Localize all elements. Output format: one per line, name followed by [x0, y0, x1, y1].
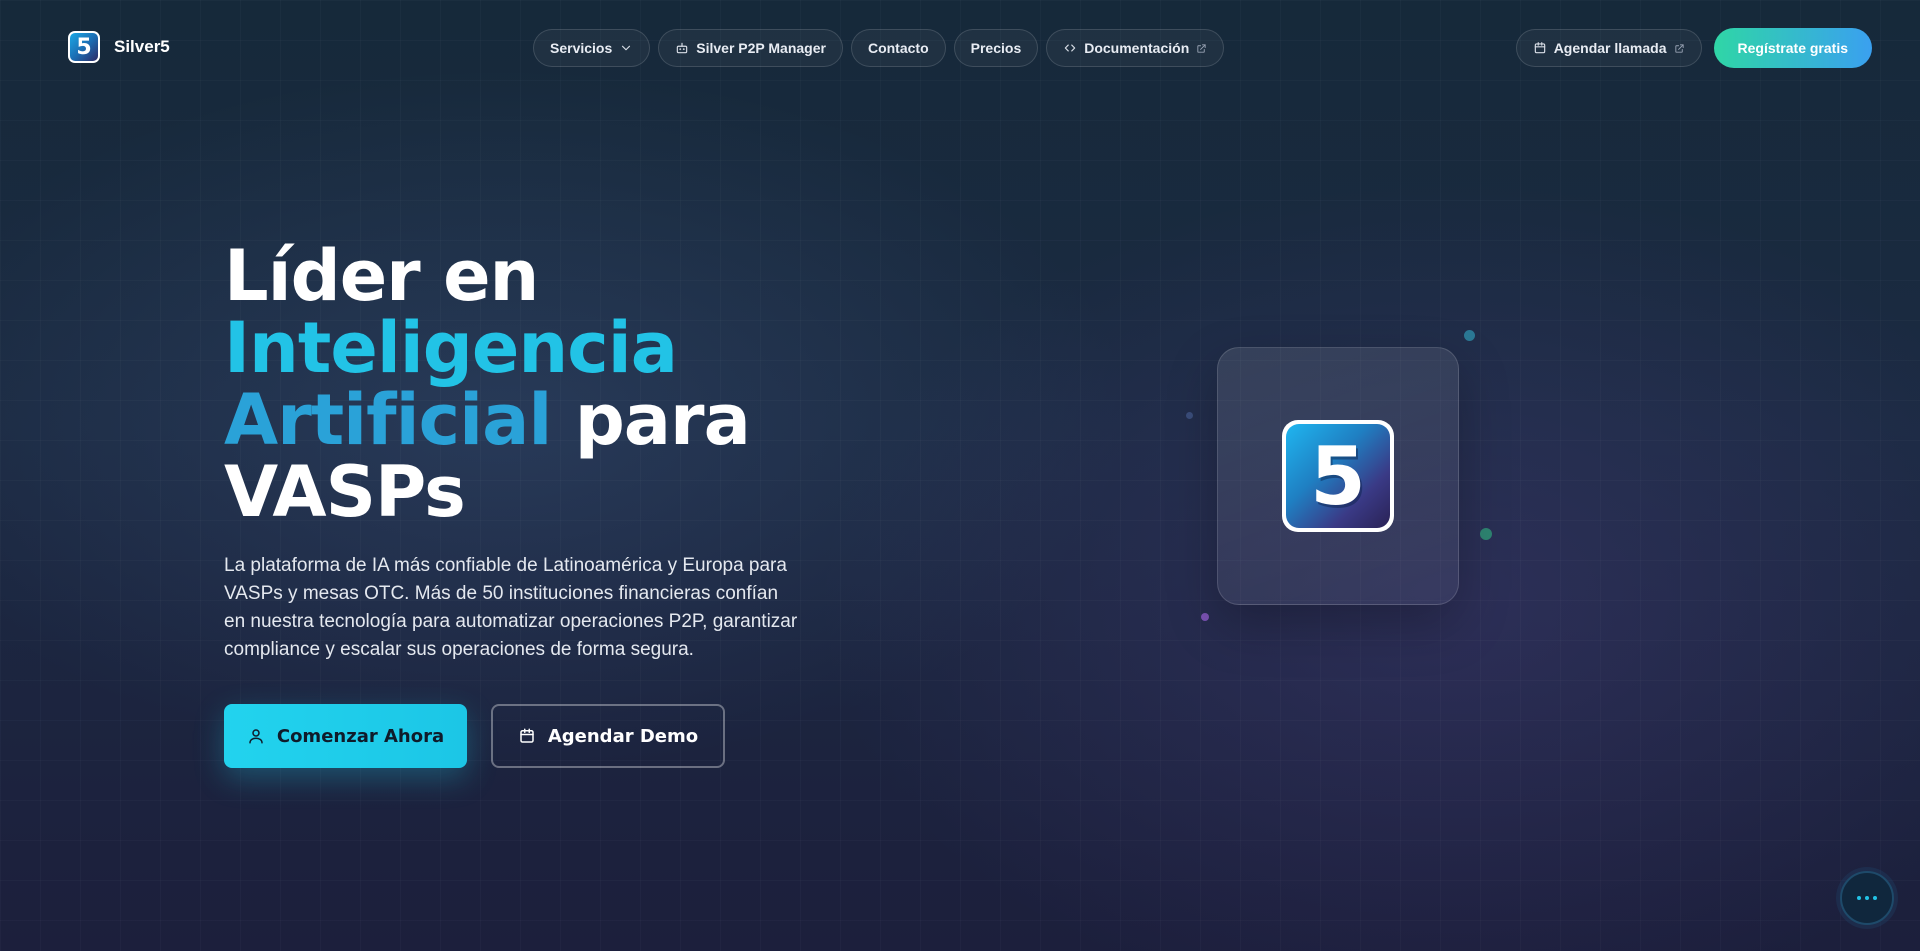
- nav-item-documentacion[interactable]: Documentación: [1046, 29, 1225, 67]
- brand-logo-glyph: 5: [70, 33, 98, 61]
- schedule-call-button[interactable]: Agendar llamada: [1515, 29, 1702, 67]
- nav-actions: Agendar llamada Regístrate gratis: [1515, 28, 1872, 68]
- nav-item-contacto[interactable]: Contacto: [850, 29, 946, 67]
- register-button[interactable]: Regístrate gratis: [1713, 28, 1872, 68]
- chevron-down-icon: [622, 45, 631, 51]
- hero-visual-card: 5: [1217, 347, 1459, 605]
- brand[interactable]: 5 Silver5: [68, 31, 170, 63]
- schedule-call-label: Agendar llamada: [1553, 40, 1667, 56]
- hero-buttons: Comenzar Ahora Agendar Demo: [224, 704, 844, 768]
- hero-title: Líder en Inteligencia Artificial para VA…: [224, 240, 844, 528]
- top-navigation: 5 Silver5 Servicios Silver P2P Manager C…: [0, 0, 1920, 96]
- calendar-icon: [1534, 42, 1545, 54]
- brand-name: Silver5: [114, 37, 170, 56]
- silver5-logo-glyph: 5: [1286, 424, 1390, 528]
- decorative-dot: [1201, 613, 1209, 621]
- main-menu: Servicios Silver P2P Manager Contacto Pr…: [533, 29, 1225, 67]
- start-now-label: Comenzar Ahora: [276, 725, 445, 747]
- user-icon: [249, 729, 263, 744]
- more-dots-icon: [1857, 896, 1861, 900]
- external-link-icon: [1674, 43, 1684, 53]
- silver5-logo: 5: [1282, 420, 1394, 532]
- chat-widget-button[interactable]: [1840, 871, 1894, 925]
- start-now-button[interactable]: Comenzar Ahora: [224, 704, 467, 768]
- nav-item-label: Servicios: [550, 40, 613, 56]
- nav-item-label: Silver P2P Manager: [696, 40, 826, 56]
- nav-item-label: Contacto: [867, 40, 929, 56]
- schedule-demo-label: Agendar Demo: [547, 725, 699, 747]
- decorative-dot: [1480, 528, 1492, 540]
- nav-item-label: Precios: [970, 40, 1022, 56]
- hero-title-line4: VASPs: [224, 451, 466, 533]
- schedule-demo-button[interactable]: Agendar Demo: [491, 704, 725, 768]
- hero-title-part3: para: [574, 379, 751, 461]
- hero-section: Líder en Inteligencia Artificial para VA…: [224, 240, 844, 768]
- calendar-icon: [520, 728, 534, 743]
- nav-item-servicios[interactable]: Servicios: [533, 29, 651, 67]
- nav-item-silver-p2p-manager[interactable]: Silver P2P Manager: [658, 29, 843, 67]
- nav-item-precios[interactable]: Precios: [953, 29, 1039, 67]
- nav-item-label: Documentación: [1084, 40, 1190, 56]
- decorative-dot: [1464, 330, 1475, 341]
- decorative-dot: [1186, 412, 1193, 419]
- hero-title-line1: Líder en: [224, 235, 539, 317]
- hero-title-highlight-2: Artificial: [224, 379, 552, 461]
- hero-title-highlight-1: Inteligencia: [224, 307, 678, 389]
- code-icon: [1064, 44, 1076, 52]
- brand-logo: 5: [68, 31, 100, 63]
- bot-icon: [677, 42, 688, 54]
- external-link-icon: [1197, 43, 1206, 53]
- hero-subtitle: La plataforma de IA más confiable de Lat…: [224, 555, 798, 660]
